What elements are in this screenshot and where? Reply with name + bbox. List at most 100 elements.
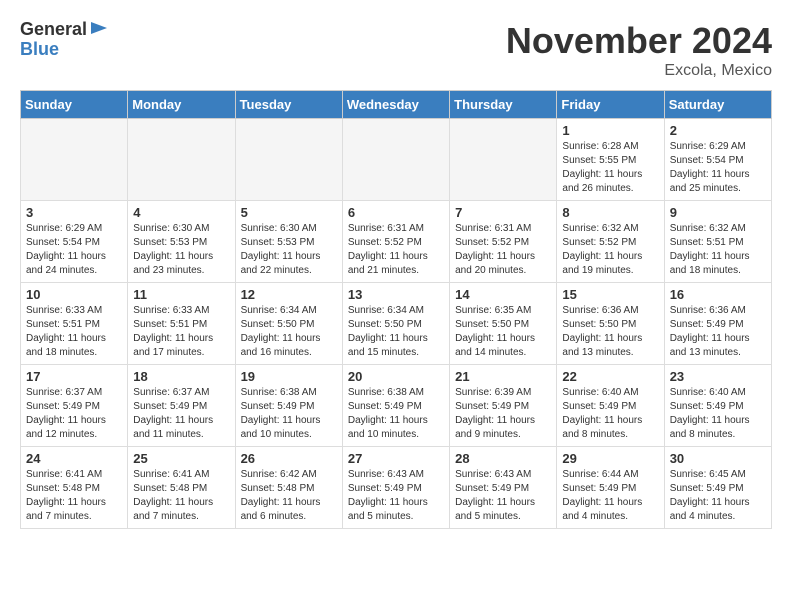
day-number: 26 [241, 451, 337, 466]
day-info: Sunrise: 6:28 AM Sunset: 5:55 PM Dayligh… [562, 140, 658, 196]
day-number: 21 [455, 369, 551, 384]
day-cell: 4 Sunrise: 6:30 AM Sunset: 5:53 PM Daylig… [128, 201, 235, 283]
header-saturday: Saturday [664, 91, 771, 119]
logo-flag-icon [89, 20, 109, 40]
week-row-1: 3 Sunrise: 6:29 AM Sunset: 5:54 PM Daylig… [21, 201, 772, 283]
day-cell: 23 Sunrise: 6:40 AM Sunset: 5:49 PM Dayli… [664, 365, 771, 447]
day-number: 30 [670, 451, 766, 466]
day-cell: 22 Sunrise: 6:40 AM Sunset: 5:49 PM Dayli… [557, 365, 664, 447]
day-info: Sunrise: 6:38 AM Sunset: 5:49 PM Dayligh… [348, 386, 444, 442]
day-cell: 21 Sunrise: 6:39 AM Sunset: 5:49 PM Dayli… [450, 365, 557, 447]
day-info: Sunrise: 6:30 AM Sunset: 5:53 PM Dayligh… [241, 222, 337, 278]
day-cell: 26 Sunrise: 6:42 AM Sunset: 5:48 PM Dayli… [235, 447, 342, 529]
header-monday: Monday [128, 91, 235, 119]
day-info: Sunrise: 6:31 AM Sunset: 5:52 PM Dayligh… [455, 222, 551, 278]
day-number: 4 [133, 205, 229, 220]
day-cell: 16Sunrise: 6:36 AM Sunset: 5:49 PM Dayli… [664, 283, 771, 365]
week-row-4: 24 Sunrise: 6:41 AM Sunset: 5:48 PM Dayli… [21, 447, 772, 529]
day-info: Sunrise: 6:45 AM Sunset: 5:49 PM Dayligh… [670, 468, 766, 524]
day-number: 29 [562, 451, 658, 466]
day-number: 25 [133, 451, 229, 466]
day-info: Sunrise: 6:31 AM Sunset: 5:52 PM Dayligh… [348, 222, 444, 278]
day-info: Sunrise: 6:34 AM Sunset: 5:50 PM Dayligh… [241, 304, 337, 360]
month-title: November 2024 [506, 20, 772, 62]
day-number: 5 [241, 205, 337, 220]
day-cell [128, 119, 235, 201]
logo: General Blue [20, 20, 109, 60]
day-number: 17 [26, 369, 122, 384]
day-number: 6 [348, 205, 444, 220]
day-cell: 10 Sunrise: 6:33 AM Sunset: 5:51 PM Dayli… [21, 283, 128, 365]
day-info: Sunrise: 6:30 AM Sunset: 5:53 PM Dayligh… [133, 222, 229, 278]
day-number: 2 [670, 123, 766, 138]
day-number: 14 [455, 287, 551, 302]
day-number: 7 [455, 205, 551, 220]
day-info: Sunrise: 6:34 AM Sunset: 5:50 PM Dayligh… [348, 304, 444, 360]
day-cell: 7 Sunrise: 6:31 AM Sunset: 5:52 PM Daylig… [450, 201, 557, 283]
week-row-2: 10 Sunrise: 6:33 AM Sunset: 5:51 PM Dayli… [21, 283, 772, 365]
day-info: Sunrise: 6:33 AM Sunset: 5:51 PM Dayligh… [26, 304, 122, 360]
day-cell: 14Sunrise: 6:35 AM Sunset: 5:50 PM Dayli… [450, 283, 557, 365]
day-cell: 8Sunrise: 6:32 AM Sunset: 5:52 PM Daylig… [557, 201, 664, 283]
day-number: 1 [562, 123, 658, 138]
title-block: November 2024 Excola, Mexico [506, 20, 772, 80]
day-info: Sunrise: 6:43 AM Sunset: 5:49 PM Dayligh… [455, 468, 551, 524]
day-cell: 5 Sunrise: 6:30 AM Sunset: 5:53 PM Daylig… [235, 201, 342, 283]
day-cell [342, 119, 449, 201]
day-number: 19 [241, 369, 337, 384]
day-cell: 27Sunrise: 6:43 AM Sunset: 5:49 PM Dayli… [342, 447, 449, 529]
day-number: 27 [348, 451, 444, 466]
day-number: 23 [670, 369, 766, 384]
day-info: Sunrise: 6:42 AM Sunset: 5:48 PM Dayligh… [241, 468, 337, 524]
day-number: 13 [348, 287, 444, 302]
day-info: Sunrise: 6:32 AM Sunset: 5:52 PM Dayligh… [562, 222, 658, 278]
day-number: 24 [26, 451, 122, 466]
day-cell: 1 Sunrise: 6:28 AM Sunset: 5:55 PM Daylig… [557, 119, 664, 201]
day-number: 3 [26, 205, 122, 220]
day-cell: 9 Sunrise: 6:32 AM Sunset: 5:51 PM Daylig… [664, 201, 771, 283]
header-sunday: Sunday [21, 91, 128, 119]
day-cell: 11Sunrise: 6:33 AM Sunset: 5:51 PM Dayli… [128, 283, 235, 365]
day-cell [235, 119, 342, 201]
calendar-header-row: SundayMondayTuesdayWednesdayThursdayFrid… [21, 91, 772, 119]
page-header: General Blue November 2024 Excola, Mexic… [20, 20, 772, 80]
week-row-3: 17 Sunrise: 6:37 AM Sunset: 5:49 PM Dayli… [21, 365, 772, 447]
day-cell: 13 Sunrise: 6:34 AM Sunset: 5:50 PM Dayli… [342, 283, 449, 365]
day-number: 10 [26, 287, 122, 302]
day-number: 12 [241, 287, 337, 302]
day-info: Sunrise: 6:38 AM Sunset: 5:49 PM Dayligh… [241, 386, 337, 442]
day-info: Sunrise: 6:33 AM Sunset: 5:51 PM Dayligh… [133, 304, 229, 360]
day-number: 22 [562, 369, 658, 384]
day-number: 9 [670, 205, 766, 220]
day-cell: 29Sunrise: 6:44 AM Sunset: 5:49 PM Dayli… [557, 447, 664, 529]
day-cell [21, 119, 128, 201]
day-number: 16 [670, 287, 766, 302]
day-cell [450, 119, 557, 201]
day-cell: 24 Sunrise: 6:41 AM Sunset: 5:48 PM Dayli… [21, 447, 128, 529]
calendar-table: SundayMondayTuesdayWednesdayThursdayFrid… [20, 90, 772, 529]
day-number: 15 [562, 287, 658, 302]
day-cell: 6 Sunrise: 6:31 AM Sunset: 5:52 PM Daylig… [342, 201, 449, 283]
week-row-0: 1 Sunrise: 6:28 AM Sunset: 5:55 PM Daylig… [21, 119, 772, 201]
day-info: Sunrise: 6:39 AM Sunset: 5:49 PM Dayligh… [455, 386, 551, 442]
header-tuesday: Tuesday [235, 91, 342, 119]
day-info: Sunrise: 6:40 AM Sunset: 5:49 PM Dayligh… [670, 386, 766, 442]
header-friday: Friday [557, 91, 664, 119]
day-cell: 17 Sunrise: 6:37 AM Sunset: 5:49 PM Dayli… [21, 365, 128, 447]
logo-blue-text: Blue [20, 40, 109, 60]
day-cell: 19 Sunrise: 6:38 AM Sunset: 5:49 PM Dayli… [235, 365, 342, 447]
day-info: Sunrise: 6:41 AM Sunset: 5:48 PM Dayligh… [26, 468, 122, 524]
day-cell: 28 Sunrise: 6:43 AM Sunset: 5:49 PM Dayli… [450, 447, 557, 529]
day-number: 28 [455, 451, 551, 466]
day-info: Sunrise: 6:29 AM Sunset: 5:54 PM Dayligh… [670, 140, 766, 196]
day-cell: 12 Sunrise: 6:34 AM Sunset: 5:50 PM Dayli… [235, 283, 342, 365]
day-info: Sunrise: 6:37 AM Sunset: 5:49 PM Dayligh… [26, 386, 122, 442]
logo-general-text: General [20, 20, 87, 40]
day-cell: 2 Sunrise: 6:29 AM Sunset: 5:54 PM Daylig… [664, 119, 771, 201]
day-info: Sunrise: 6:29 AM Sunset: 5:54 PM Dayligh… [26, 222, 122, 278]
day-info: Sunrise: 6:40 AM Sunset: 5:49 PM Dayligh… [562, 386, 658, 442]
day-cell: 3 Sunrise: 6:29 AM Sunset: 5:54 PM Daylig… [21, 201, 128, 283]
day-cell: 30 Sunrise: 6:45 AM Sunset: 5:49 PM Dayli… [664, 447, 771, 529]
day-number: 20 [348, 369, 444, 384]
day-info: Sunrise: 6:32 AM Sunset: 5:51 PM Dayligh… [670, 222, 766, 278]
